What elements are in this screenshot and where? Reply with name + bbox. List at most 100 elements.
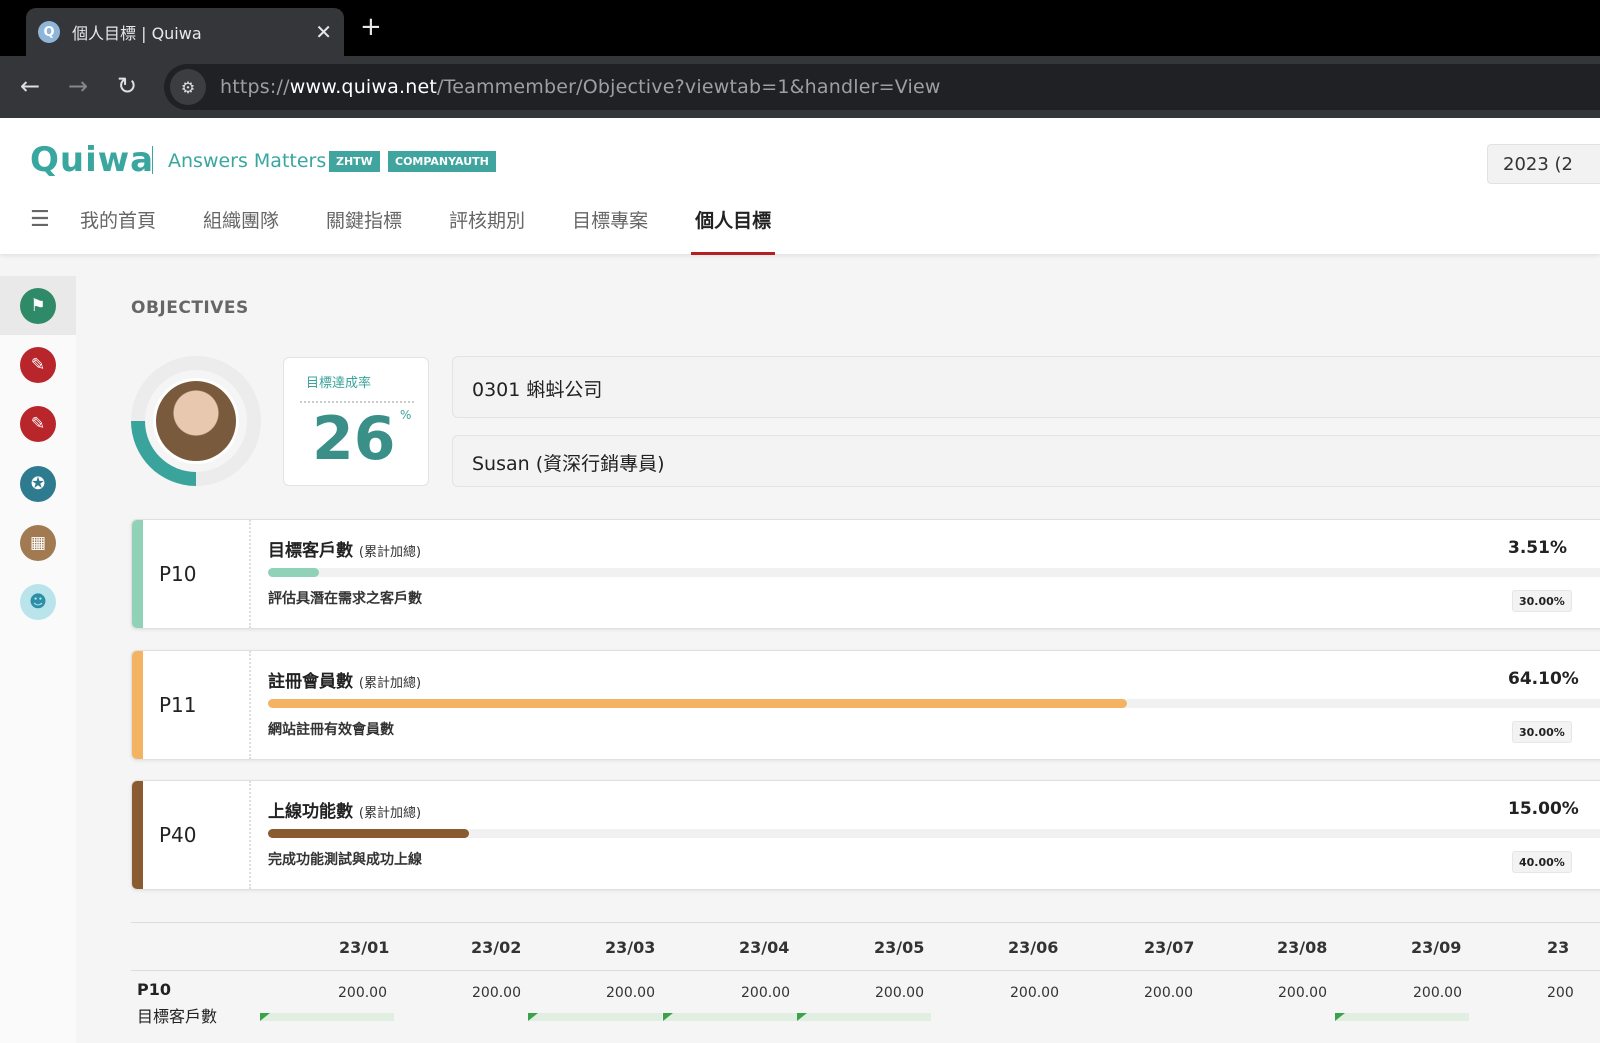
month-value: 200.00 — [606, 985, 655, 1001]
row-name: 目標客戶數 — [137, 1007, 218, 1026]
team-icon[interactable]: ☻ — [20, 584, 56, 620]
flag-icon[interactable]: ⚑ — [20, 288, 56, 324]
new-tab-icon[interactable]: + — [360, 12, 382, 42]
month-header: 23/06 — [1008, 938, 1059, 957]
month-header: 23/05 — [874, 938, 925, 957]
progress-track — [268, 829, 1600, 838]
achievement-value: 3.51% — [1508, 538, 1567, 558]
status-bar — [528, 1013, 662, 1021]
sidebar: ⚑ ✎ ✎ ✪ ▦ ☻ — [0, 276, 76, 1043]
status-bar — [663, 1013, 797, 1021]
month-header: 23/01 — [339, 938, 390, 957]
achievement-value: 15.00% — [1508, 799, 1579, 819]
address-bar[interactable]: ⚙ https://www.quiwa.net/Teammember/Objec… — [164, 64, 1600, 110]
objective-code: P11 — [159, 693, 197, 717]
nav-kpi[interactable]: 關鍵指標 — [326, 206, 402, 254]
objective-desc: 評估具潛在需求之客戶數 — [268, 591, 422, 607]
objective-code: P10 — [159, 562, 197, 586]
weight-badge: 40.00% — [1512, 851, 1572, 873]
status-marker-icon — [663, 1013, 673, 1021]
month-value: 200.00 — [1413, 985, 1462, 1001]
month-value: 200.00 — [1144, 985, 1193, 1001]
month-header: 23/09 — [1411, 938, 1462, 957]
month-header: 23/04 — [739, 938, 790, 957]
hamburger-menu-icon[interactable]: ☰ — [30, 207, 50, 232]
objective-name: 註冊會員數 (累計加總) — [268, 672, 422, 692]
table-top-border — [131, 922, 1600, 923]
objective-desc: 網站註冊有效會員數 — [268, 722, 394, 738]
objective-color-stripe — [132, 781, 143, 889]
month-value: 200.00 — [1010, 985, 1059, 1001]
month-header: 23/08 — [1277, 938, 1328, 957]
nav-target-project[interactable]: 目標專案 — [572, 206, 648, 254]
progress-fill — [268, 829, 469, 838]
month-value: 200.00 — [875, 985, 924, 1001]
achievement-value: 64.10% — [1508, 669, 1579, 689]
weight-badge: 30.00% — [1512, 590, 1572, 612]
nav-home[interactable]: 我的首頁 — [80, 206, 156, 254]
status-bar — [797, 1013, 931, 1021]
auth-badge: COMPANYAUTH — [388, 151, 496, 172]
month-value: 200.00 — [338, 985, 387, 1001]
progress-track — [268, 699, 1600, 708]
status-bar — [1335, 1013, 1469, 1021]
progress-fill — [268, 568, 319, 577]
progress-track — [268, 568, 1600, 577]
logo-divider — [152, 146, 153, 174]
rate-label: 目標達成率 — [306, 376, 372, 391]
award-icon[interactable]: ✪ — [20, 466, 56, 502]
app-header: Quiwa Answers Matters ZHTW COMPANYAUTH 2… — [0, 118, 1600, 255]
progress-ring — [131, 356, 261, 486]
forward-icon[interactable]: → — [68, 72, 88, 100]
company-field[interactable]: 0301 蝌蚪公司 — [452, 356, 1600, 418]
row-code: P10 — [137, 980, 171, 999]
objective-desc: 完成功能測試與成功上線 — [268, 852, 422, 868]
table-header-border — [131, 970, 1600, 971]
back-icon[interactable]: ← — [20, 72, 40, 100]
main-nav: 我的首頁 組織團隊 關鍵指標 評核期別 目標專案 個人目標 — [80, 206, 818, 255]
nav-personal-objective[interactable]: 個人目標 — [691, 206, 776, 255]
year-selector[interactable]: 2023 (2 — [1487, 144, 1600, 184]
month-value: 200.00 — [472, 985, 521, 1001]
member-field[interactable]: Susan (資深行銷專員) — [452, 435, 1600, 487]
url-text[interactable]: https://www.quiwa.net/Teammember/Objecti… — [220, 76, 941, 98]
reload-icon[interactable]: ↻ — [117, 72, 137, 100]
month-value: 200.00 — [741, 985, 790, 1001]
objective-card[interactable]: P10 目標客戶數 (累計加總) 評估具潛在需求之客戶數 3.51% 30.00… — [131, 519, 1600, 629]
nav-review-period[interactable]: 評核期別 — [449, 206, 525, 254]
objective-card[interactable]: P11 註冊會員數 (累計加總) 網站註冊有效會員數 64.10% 30.00% — [131, 650, 1600, 760]
browser-tab[interactable]: Q 個人目標 | Quiwa ✕ — [26, 8, 344, 56]
app-root: Quiwa Answers Matters ZHTW COMPANYAUTH 2… — [0, 118, 1600, 1043]
edit-icon[interactable]: ✎ — [20, 347, 56, 383]
month-value: 200.00 — [1278, 985, 1327, 1001]
edit-icon[interactable]: ✎ — [20, 406, 56, 442]
avatar[interactable] — [153, 378, 239, 464]
quiwa-favicon-icon: Q — [38, 21, 60, 43]
objective-card[interactable]: P40 上線功能數 (累計加總) 完成功能測試與成功上線 15.00% 40.0… — [131, 780, 1600, 890]
status-marker-icon — [260, 1013, 270, 1021]
objective-code: P40 — [159, 823, 197, 847]
status-marker-icon — [1335, 1013, 1345, 1021]
grid-icon[interactable]: ▦ — [20, 525, 56, 561]
objective-color-stripe — [132, 651, 143, 759]
status-bar — [260, 1013, 394, 1021]
objective-color-stripe — [132, 520, 143, 628]
site-settings-icon[interactable]: ⚙ — [170, 69, 206, 105]
objective-name: 目標客戶數 (累計加總) — [268, 541, 422, 561]
month-header: 23/07 — [1144, 938, 1195, 957]
progress-fill — [268, 699, 1127, 708]
achievement-rate-card: 目標達成率 26 % — [283, 357, 429, 486]
section-title: OBJECTIVES — [131, 298, 249, 318]
quiwa-logo[interactable]: Quiwa — [30, 140, 154, 180]
tagline: Answers Matters — [168, 150, 327, 172]
close-tab-icon[interactable]: ✕ — [315, 20, 332, 44]
month-value: 200 — [1547, 985, 1574, 1001]
rate-unit: % — [400, 408, 412, 422]
rate-value: 26 — [312, 404, 396, 474]
nav-org-team[interactable]: 組織團隊 — [203, 206, 279, 254]
tab-title: 個人目標 | Quiwa — [72, 24, 202, 43]
objective-name: 上線功能數 (累計加總) — [268, 802, 422, 822]
month-header: 23/03 — [605, 938, 656, 957]
status-marker-icon — [797, 1013, 807, 1021]
browser-tab-strip: Q 個人目標 | Quiwa ✕ + — [0, 0, 1600, 56]
